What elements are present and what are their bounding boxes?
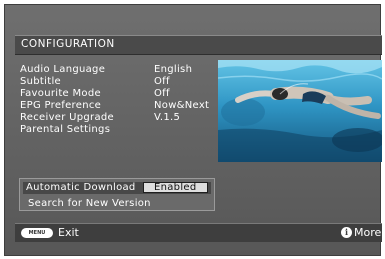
setting-value: English — [154, 64, 193, 75]
setting-label: Favourite Mode — [20, 88, 101, 99]
setting-value: Now&Next — [154, 100, 210, 111]
footer-bar: MENU Exit i More — [15, 223, 382, 242]
setting-value: Off — [154, 76, 170, 87]
info-icon: i — [341, 227, 352, 238]
setting-label: EPG Preference — [20, 100, 102, 111]
automatic-download-row[interactable]: Automatic Download Enabled — [23, 182, 211, 194]
more-label[interactable]: More — [354, 226, 381, 240]
title-bar: CONFIGURATION — [15, 35, 382, 55]
setting-audio-language[interactable]: Audio Language English — [20, 64, 220, 76]
setting-subtitle[interactable]: Subtitle Off — [20, 76, 220, 88]
setting-label: Audio Language — [20, 64, 106, 75]
setting-receiver-upgrade[interactable]: Receiver Upgrade V.1.5 — [20, 112, 220, 124]
configuration-screen: CONFIGURATION Audio Language English Sub… — [4, 4, 382, 256]
swimmer-image — [218, 60, 382, 162]
setting-favourite-mode[interactable]: Favourite Mode Off — [20, 88, 220, 100]
automatic-download-label: Automatic Download — [26, 182, 136, 193]
setting-value: V.1.5 — [154, 112, 181, 123]
setting-label: Receiver Upgrade — [20, 112, 114, 123]
software-download-panel: Automatic Download Enabled Search for Ne… — [19, 178, 215, 211]
page-title: CONFIGURATION — [21, 38, 115, 50]
setting-value: Off — [154, 88, 170, 99]
menu-button-icon: MENU — [21, 228, 53, 238]
setting-parental-settings[interactable]: Parental Settings — [20, 124, 220, 136]
setting-epg-preference[interactable]: EPG Preference Now&Next — [20, 100, 220, 112]
setting-label: Parental Settings — [20, 124, 111, 135]
exit-label[interactable]: Exit — [58, 226, 79, 240]
search-new-version-item[interactable]: Search for New Version — [28, 198, 151, 210]
setting-label: Subtitle — [20, 76, 61, 87]
preview-picture — [218, 60, 382, 162]
automatic-download-value[interactable]: Enabled — [143, 182, 208, 193]
settings-list: Audio Language English Subtitle Off Favo… — [20, 64, 220, 136]
